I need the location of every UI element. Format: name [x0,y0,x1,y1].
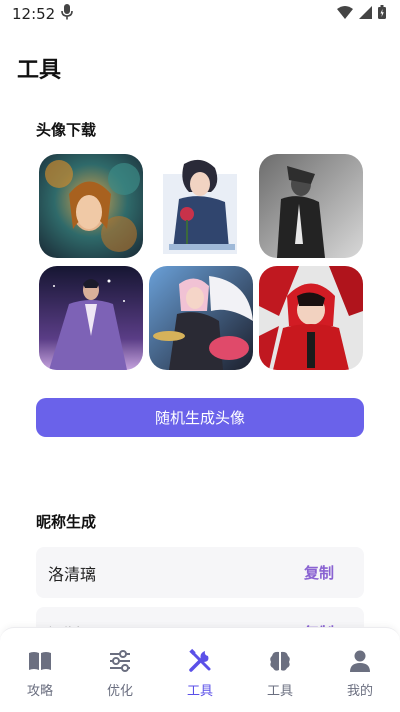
user-icon [350,650,370,672]
nav-item-profile[interactable]: 我的 [320,628,400,712]
nickname-section-title: 昵称生成 [36,513,97,531]
book-icon [29,652,51,670]
avatar-image-2[interactable] [149,154,253,258]
avatar-image-5[interactable] [149,266,253,370]
status-bar: 12:52 [0,0,400,28]
status-time: 12:52 [12,5,56,23]
avatar-image-1[interactable] [39,154,143,258]
wifi-icon [337,5,353,23]
nav-label-guide: 攻略 [26,684,53,699]
nav-item-tools[interactable]: 工具 [160,628,240,712]
bottom-nav: 攻略 优化 工具 工具 我的 [0,627,400,712]
generate-avatar-button[interactable]: 随机生成头像 [36,398,364,437]
tools-icon [189,648,211,672]
mic-icon [61,4,74,24]
avatar-image-3[interactable] [259,154,363,258]
nav-label-brain: 工具 [266,684,293,699]
sliders-icon [110,650,130,672]
nav-item-guide[interactable]: 攻略 [0,628,80,712]
nickname-row: 洛清璃 复制 [36,547,364,598]
avatar-grid [39,154,363,372]
avatar-image-6[interactable] [259,266,363,370]
signal-icon [359,5,372,23]
avatar-section-title: 头像下载 [36,121,97,139]
nickname-text: 洛清璃 [48,564,97,584]
battery-icon [378,5,386,23]
page-title: 工具 [17,58,62,83]
status-left: 12:52 [12,4,74,24]
copy-button[interactable]: 复制 [304,562,334,583]
nav-item-optimize[interactable]: 优化 [80,628,160,712]
avatar-image-4[interactable] [39,266,143,370]
nav-label-tools: 工具 [186,684,213,699]
brain-icon [270,651,290,671]
status-right [337,5,386,23]
nav-item-brain[interactable]: 工具 [240,628,320,712]
nav-label-profile: 我的 [346,684,373,699]
nav-label-optimize: 优化 [106,684,133,699]
